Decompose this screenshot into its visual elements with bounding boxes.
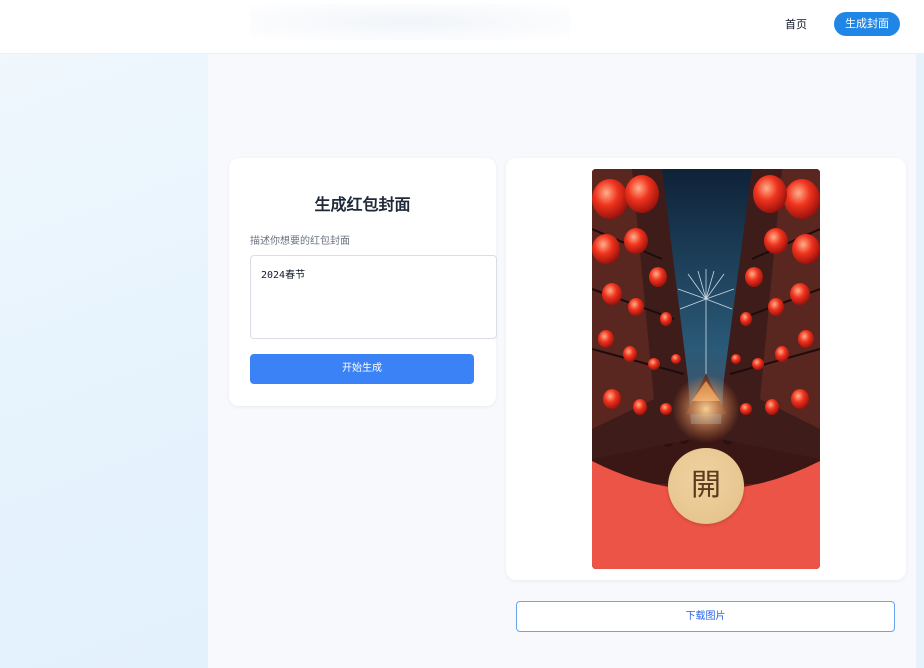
- top-navigation-bar: 首页 生成封面: [0, 0, 924, 54]
- prompt-label: 描述你想要的红包封面: [250, 236, 350, 247]
- prompt-textarea[interactable]: 2024春节: [250, 255, 497, 339]
- nav-generate-cover-button[interactable]: 生成封面: [834, 12, 900, 36]
- nav-home-link[interactable]: 首页: [776, 14, 816, 36]
- generate-form-card: 生成红包封面 描述你想要的红包封面 2024春节 开始生成: [229, 158, 497, 406]
- open-seal-badge[interactable]: 開: [668, 448, 744, 524]
- red-envelope-cover-preview: 開: [592, 169, 820, 569]
- left-background-panel: [0, 0, 208, 668]
- preview-card: 開: [506, 158, 906, 580]
- right-background-strip: [916, 54, 924, 668]
- form-title: 生成红包封面: [314, 195, 411, 214]
- download-image-button[interactable]: 下载图片: [516, 601, 895, 632]
- topbar-decoration: [250, 4, 570, 40]
- start-generate-button[interactable]: 开始生成: [250, 354, 474, 384]
